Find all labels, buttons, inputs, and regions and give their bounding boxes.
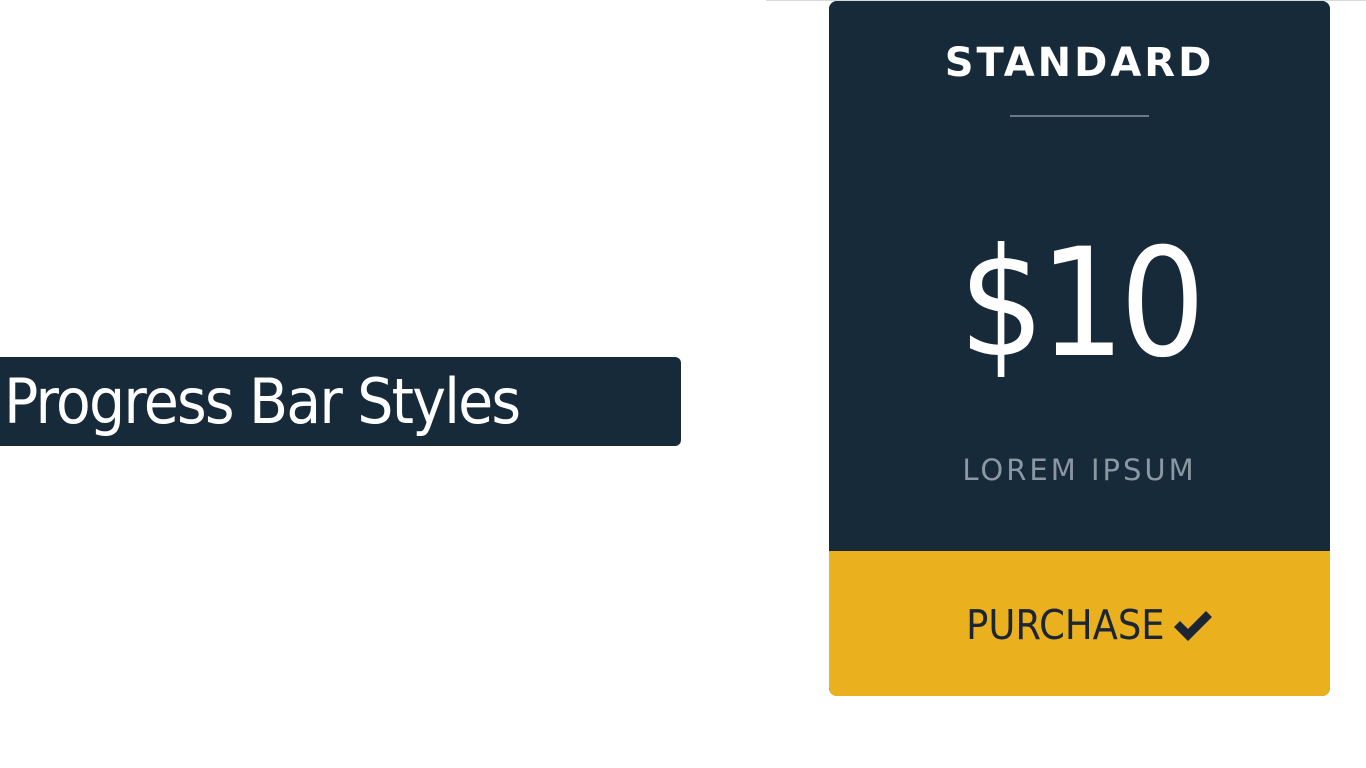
- purchase-label: PURCHASE: [966, 601, 1165, 649]
- title-banner: Progress Bar Styles: [0, 357, 681, 446]
- plan-subtext: LOREM IPSUM: [962, 453, 1197, 487]
- page: Progress Bar Styles STANDARD $10 LOREM I…: [0, 0, 1366, 768]
- pricing-card-header: STANDARD $10 LOREM IPSUM: [829, 1, 1330, 551]
- plan-divider: [1010, 115, 1149, 117]
- check-icon: [1173, 610, 1212, 641]
- plan-name: STANDARD: [944, 40, 1215, 86]
- plan-price: $10: [958, 217, 1206, 391]
- purchase-button[interactable]: PURCHASE: [829, 551, 1330, 696]
- page-title: Progress Bar Styles: [4, 364, 521, 438]
- pricing-card: STANDARD $10 LOREM IPSUM PURCHASE: [829, 1, 1330, 696]
